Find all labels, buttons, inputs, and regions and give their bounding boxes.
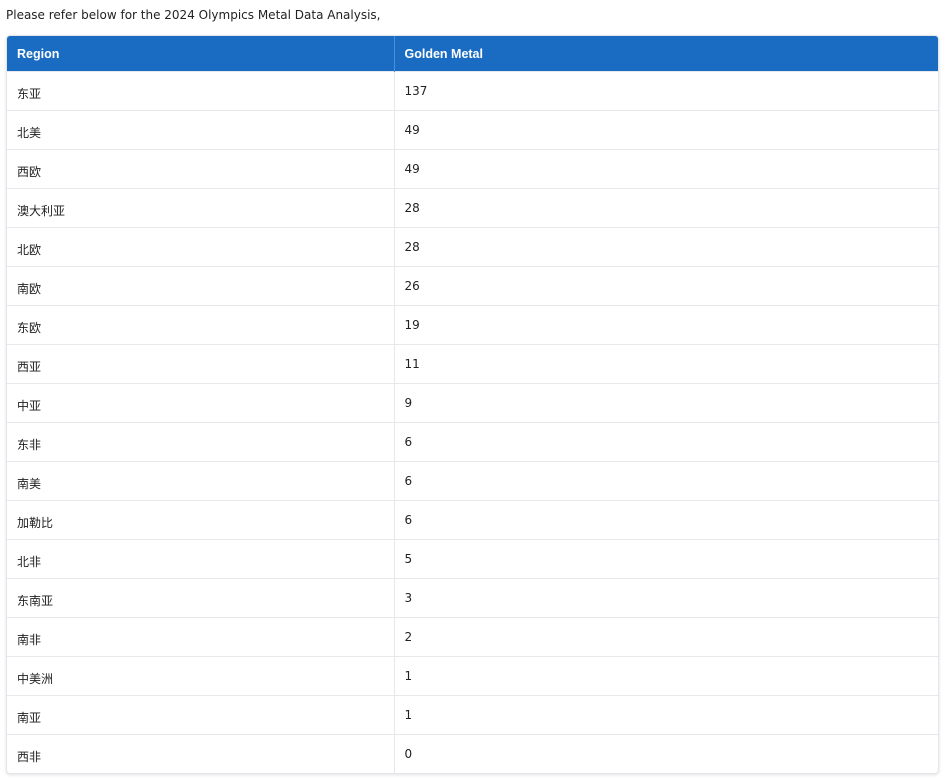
table-row: 南亚 1	[7, 695, 938, 735]
table-row: 东非 6	[7, 422, 938, 462]
table-body: 东亚 137 北美 49 西欧 49 澳大利亚 28 北欧 28 南欧 26 东欧 19 西亚 11 中亚 9 东非…	[7, 71, 938, 773]
region-cell: 西欧	[7, 149, 395, 189]
region-cell: 南亚	[7, 695, 395, 735]
golden-metal-cell: 1	[394, 695, 938, 735]
region-cell: 北欧	[7, 227, 395, 267]
table-row: 北欧 28	[7, 227, 938, 267]
golden-metal-cell: 26	[394, 266, 938, 306]
table-row: 北美 49	[7, 110, 938, 150]
table-row: 南欧 26	[7, 266, 938, 306]
table-header-row: Region Golden Metal	[7, 36, 938, 72]
golden-metal-cell: 5	[394, 539, 938, 579]
column-header-golden-metal: Golden Metal	[404, 46, 483, 61]
golden-metal-cell: 137	[394, 71, 938, 111]
table-row: 中美洲 1	[7, 656, 938, 696]
table-row: 南非 2	[7, 617, 938, 657]
table-row: 东亚 137	[7, 71, 938, 111]
region-cell: 东欧	[7, 305, 395, 345]
table-row: 西欧 49	[7, 149, 938, 189]
region-cell: 北非	[7, 539, 395, 579]
column-header-region: Region	[7, 36, 395, 72]
table-row: 西非 0	[7, 734, 938, 773]
golden-metal-cell: 11	[394, 344, 938, 384]
golden-metal-cell: 6	[394, 500, 938, 540]
golden-metal-cell: 28	[394, 227, 938, 267]
table-row: 澳大利亚 28	[7, 188, 938, 228]
golden-metal-cell: 2	[394, 617, 938, 657]
golden-metal-cell: 49	[394, 149, 938, 189]
region-cell: 澳大利亚	[7, 188, 395, 228]
golden-metal-cell: 3	[394, 578, 938, 618]
table-row: 北非 5	[7, 539, 938, 579]
region-cell: 西非	[7, 734, 395, 773]
table-row: 西亚 11	[7, 344, 938, 384]
region-cell: 南非	[7, 617, 395, 657]
region-cell: 北美	[7, 110, 395, 150]
region-cell: 南美	[7, 461, 395, 501]
table-row: 中亚 9	[7, 383, 938, 423]
region-cell: 南欧	[7, 266, 395, 306]
table-row: 南美 6	[7, 461, 938, 501]
region-cell: 加勒比	[7, 500, 395, 540]
region-cell: 东南亚	[7, 578, 395, 618]
region-cell: 东非	[7, 422, 395, 462]
region-cell: 中美洲	[7, 656, 395, 696]
table-row: 东南亚 3	[7, 578, 938, 618]
region-cell: 东亚	[7, 71, 395, 111]
golden-metal-cell: 49	[394, 110, 938, 150]
intro-text: Please refer below for the 2024 Olympics…	[6, 8, 381, 22]
golden-metal-cell: 19	[394, 305, 938, 345]
table-row: 加勒比 6	[7, 500, 938, 540]
table-row: 东欧 19	[7, 305, 938, 345]
region-cell: 中亚	[7, 383, 395, 423]
region-cell: 西亚	[7, 344, 395, 384]
golden-metal-cell: 9	[394, 383, 938, 423]
golden-metal-cell: 6	[394, 461, 938, 501]
golden-metal-cell: 0	[394, 734, 938, 773]
golden-metal-cell: 6	[394, 422, 938, 462]
gold-medal-table: Region Golden Metal 东亚 137 北美 49 西欧 49 澳大利亚 28 北…	[6, 35, 939, 774]
golden-metal-cell: 28	[394, 188, 938, 228]
golden-metal-cell: 1	[394, 656, 938, 696]
